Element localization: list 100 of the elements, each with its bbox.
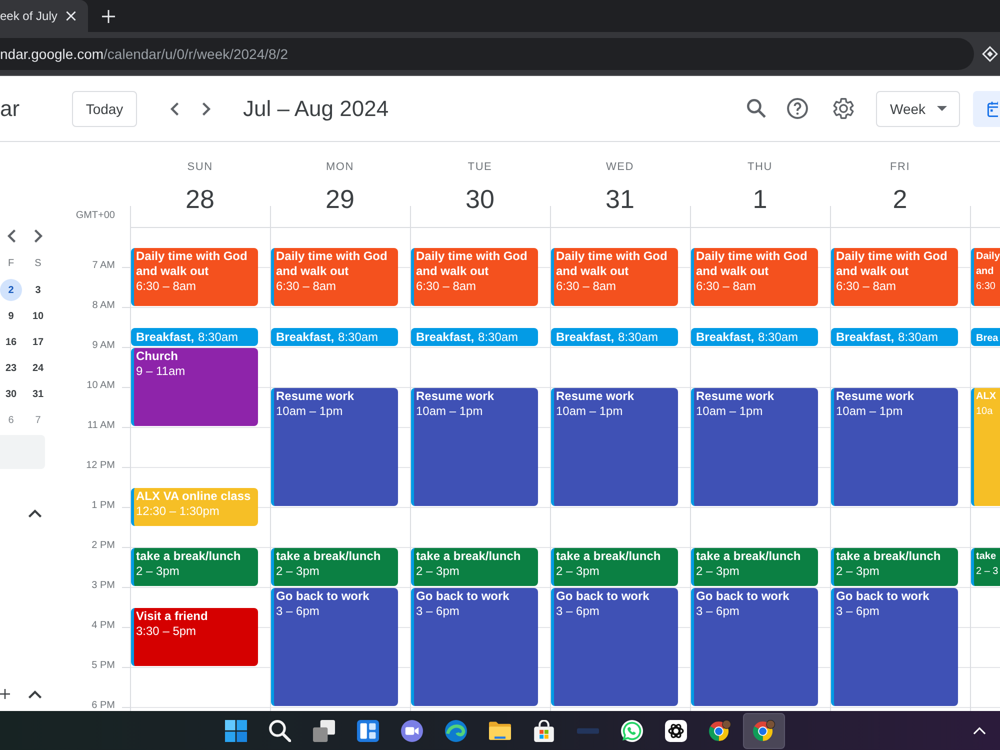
event-time: 3 – 6pm xyxy=(416,604,460,619)
calendar-event[interactable]: take a break/lunch 2 – 3pm xyxy=(691,548,818,586)
day-number[interactable]: 30 xyxy=(466,183,494,215)
calendar-event[interactable]: Go back to work 3 – 6pm xyxy=(831,588,958,706)
event-title: Resume work xyxy=(556,389,636,404)
mini-calendar-day[interactable]: 7 xyxy=(27,409,49,431)
weekday-label: F xyxy=(8,258,14,270)
browser-tab[interactable]: eek of July xyxy=(0,0,88,32)
chevron-right-icon[interactable] xyxy=(202,102,211,116)
calendar-event[interactable]: Resume work 10am – 1pm xyxy=(271,388,398,506)
view-dropdown[interactable]: Week xyxy=(876,90,960,126)
mini-calendar-day[interactable]: 24 xyxy=(27,357,49,379)
day-number[interactable]: 2 xyxy=(892,183,908,215)
chevron-up-icon[interactable] xyxy=(973,726,986,734)
mini-calendar-day[interactable]: 10 xyxy=(27,305,49,327)
settings-icon[interactable] xyxy=(833,98,854,119)
event-title: Go back to work xyxy=(416,589,510,604)
calendar-event[interactable]: Daily time with God and walk out 6:30 – 8am xyxy=(551,248,678,306)
calendar-event[interactable]: take a break/lunch 2 – 3pm xyxy=(831,548,958,586)
taskbar-button[interactable] xyxy=(743,712,785,748)
plus-icon[interactable] xyxy=(0,689,10,699)
help-icon[interactable] xyxy=(787,98,808,119)
calendar-event[interactable]: Visit a friend 3:30 – 5pm xyxy=(131,608,258,666)
calendar-event[interactable]: Resume work 10am – 1pm xyxy=(551,388,678,506)
search-icon[interactable] xyxy=(747,99,766,118)
mini-calendar-day[interactable]: 2 xyxy=(0,279,22,301)
event-title: ALX xyxy=(976,390,997,404)
mini-calendar-day[interactable]: 16 xyxy=(0,331,22,353)
diamond-icon[interactable] xyxy=(982,46,998,62)
day-name: WED xyxy=(606,160,634,174)
calendar-event[interactable]: Go back to work 3 – 6pm xyxy=(411,588,538,706)
phone-chat-icon xyxy=(621,720,643,742)
event-title: Resume work xyxy=(696,389,776,404)
chevron-up-icon[interactable] xyxy=(28,690,42,698)
calendar-event[interactable]: take a break/lunch 2 – 3pm xyxy=(551,548,678,586)
calendar-event[interactable]: Daily and 6:30 xyxy=(971,248,1000,306)
calendar-event[interactable]: Resume work 10am – 1pm xyxy=(831,388,958,506)
panels-icon xyxy=(357,720,379,742)
chevron-right-icon[interactable] xyxy=(34,229,42,243)
hour-label: 1 PM xyxy=(92,500,115,512)
event-time: 3 – 6pm xyxy=(556,604,600,619)
calendar-event[interactable]: Daily time with God and walk out 6:30 – 8am xyxy=(691,248,818,306)
calendar-event[interactable]: Go back to work 3 – 6pm xyxy=(271,588,398,706)
day-number[interactable]: 31 xyxy=(606,183,634,215)
calendar-event[interactable]: Resume work 10am – 1pm xyxy=(411,388,538,506)
address-field[interactable]: ndar.google.com/calendar/u/0/r/week/2024/8/2 xyxy=(0,38,974,70)
event-title: Go back to work xyxy=(836,589,930,604)
calendar-event[interactable]: take a break/lunch 2 – 3pm xyxy=(411,548,538,586)
mini-calendar-day[interactable]: 6 xyxy=(0,409,22,431)
day-name: SUN xyxy=(187,160,213,174)
event-title: Visit a friend xyxy=(136,609,209,624)
event-title: Go back to work xyxy=(276,589,370,604)
calendar-event[interactable]: Church 9 – 11am xyxy=(131,348,258,426)
event-time: 10am – 1pm xyxy=(556,404,624,419)
day-number[interactable]: 29 xyxy=(326,183,354,215)
event-time: 10am – 1pm xyxy=(836,404,904,419)
mini-calendar-day[interactable]: 17 xyxy=(27,331,49,353)
event-time: 6:30 xyxy=(976,280,996,294)
calendar-event[interactable]: Resume work 10am – 1pm xyxy=(691,388,818,506)
hour-label: 2 PM xyxy=(92,540,115,552)
calendar-icon xyxy=(986,100,998,116)
close-icon[interactable] xyxy=(66,11,76,21)
chevron-left-icon[interactable] xyxy=(6,229,16,243)
mini-calendar-day[interactable]: 31 xyxy=(27,383,49,405)
calendar-event[interactable]: take a break/lunch 2 – 3pm xyxy=(131,548,258,586)
calendar-event[interactable]: take a break/lunch 2 – 3pm xyxy=(271,548,398,586)
overlapping-squares-icon xyxy=(313,720,335,742)
hour-label: 4 PM xyxy=(92,620,115,632)
mini-calendar-day[interactable]: 30 xyxy=(0,383,22,405)
calendar-view-button[interactable] xyxy=(973,90,1000,126)
calendar-event[interactable]: Daily time with God and walk out 6:30 – 8am xyxy=(411,248,538,306)
day-number[interactable]: 1 xyxy=(752,183,768,215)
segmented-circle-icon xyxy=(709,720,731,741)
calendar-event[interactable]: take 2 – 3 xyxy=(971,548,1000,586)
mini-calendar-day[interactable]: 3 xyxy=(27,279,49,301)
event-time: 2 – 3pm xyxy=(276,564,320,579)
event-time: 8:30am xyxy=(758,330,798,344)
hour-label: 8 AM xyxy=(92,300,115,312)
event-time: 3:30 – 5pm xyxy=(136,624,198,639)
mini-calendar-day[interactable]: 23 xyxy=(0,357,22,379)
event-title: Go back to work xyxy=(556,589,650,604)
calendar-event[interactable]: Daily time with God and walk out 6:30 – 8am xyxy=(831,248,958,306)
day-number[interactable]: 28 xyxy=(186,183,214,215)
calendar-event[interactable]: Daily time with God and walk out 6:30 – 8am xyxy=(131,248,258,306)
chevron-left-icon[interactable] xyxy=(170,102,179,116)
calendar-event[interactable]: Daily time with God and walk out 6:30 – 8am xyxy=(271,248,398,306)
event-title: take a break/lunch xyxy=(136,549,242,564)
calendar-event[interactable]: Go back to work 3 – 6pm xyxy=(551,588,678,706)
timezone-label: GMT+00 xyxy=(76,210,115,222)
today-button[interactable]: Today xyxy=(72,90,137,126)
caret-icon xyxy=(937,106,947,111)
day-name: MON xyxy=(326,160,354,174)
search-icon xyxy=(269,720,291,742)
event-title: ALX VA online class xyxy=(136,489,252,504)
calendar-event[interactable]: Go back to work 3 – 6pm xyxy=(691,588,818,706)
event-title: Breakfast, xyxy=(696,330,754,344)
chevron-up-icon[interactable] xyxy=(28,509,42,518)
day-name: FRI xyxy=(890,160,910,174)
mini-calendar-day[interactable]: 9 xyxy=(0,305,22,327)
video-camera-icon xyxy=(401,720,423,742)
